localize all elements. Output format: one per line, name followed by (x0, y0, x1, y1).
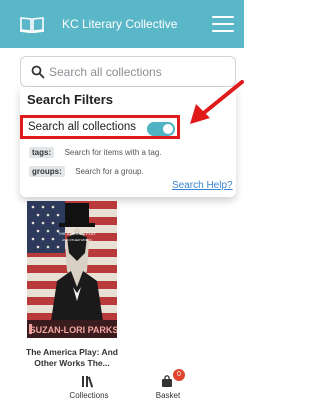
book-cover-art: THE AMERICA PLAY AND OTHER WORKS SUZAN-L… (27, 201, 117, 338)
cover-author: SUZAN-LORI PARKS (30, 325, 117, 335)
nav-basket[interactable]: 0 Basket (133, 366, 203, 405)
cover-subtitle: AND OTHER WORKS (62, 238, 92, 242)
filters-title: Search Filters (27, 92, 113, 107)
search-icon (31, 65, 45, 79)
search-all-collections-row[interactable]: Search all collections (20, 115, 180, 139)
bottom-nav: Collections 0 Basket (0, 366, 244, 405)
filter-desc-tags: Search for items with a tag. (64, 148, 162, 158)
search-help-link[interactable]: Search Help? (172, 180, 233, 191)
app-title: KC Literary Collective (62, 17, 178, 31)
open-book-icon[interactable] (19, 15, 45, 33)
nav-label-basket: Basket (155, 391, 181, 400)
basket-icon (162, 375, 172, 387)
nav-collections[interactable]: Collections (54, 366, 124, 405)
nav-label-collections: Collections (69, 391, 109, 400)
filter-desc-groups: Search for a group. (75, 167, 144, 177)
cover-title: THE AMERICA PLAY (58, 231, 96, 236)
filter-row-groups: groups: Search for a group. (29, 163, 144, 178)
basket-count-badge: 0 (173, 369, 185, 381)
collections-icon (82, 376, 94, 388)
toggle-knob (163, 124, 173, 134)
toggle-label: Search all collections (28, 121, 137, 133)
filter-row-tags: tags: Search for items with a tag. (29, 144, 162, 159)
red-arrow-icon (190, 80, 244, 124)
page: KC Literary Collective Search Filters Se… (0, 0, 244, 405)
filter-tag-tags[interactable]: tags: (29, 147, 55, 159)
filter-tag-groups[interactable]: groups: (29, 166, 65, 178)
hamburger-menu-icon[interactable] (212, 14, 234, 34)
book-cover[interactable]: THE AMERICA PLAY AND OTHER WORKS SUZAN-L… (27, 201, 117, 338)
search-all-collections-toggle[interactable] (147, 122, 175, 136)
app-header: KC Literary Collective (0, 0, 244, 48)
